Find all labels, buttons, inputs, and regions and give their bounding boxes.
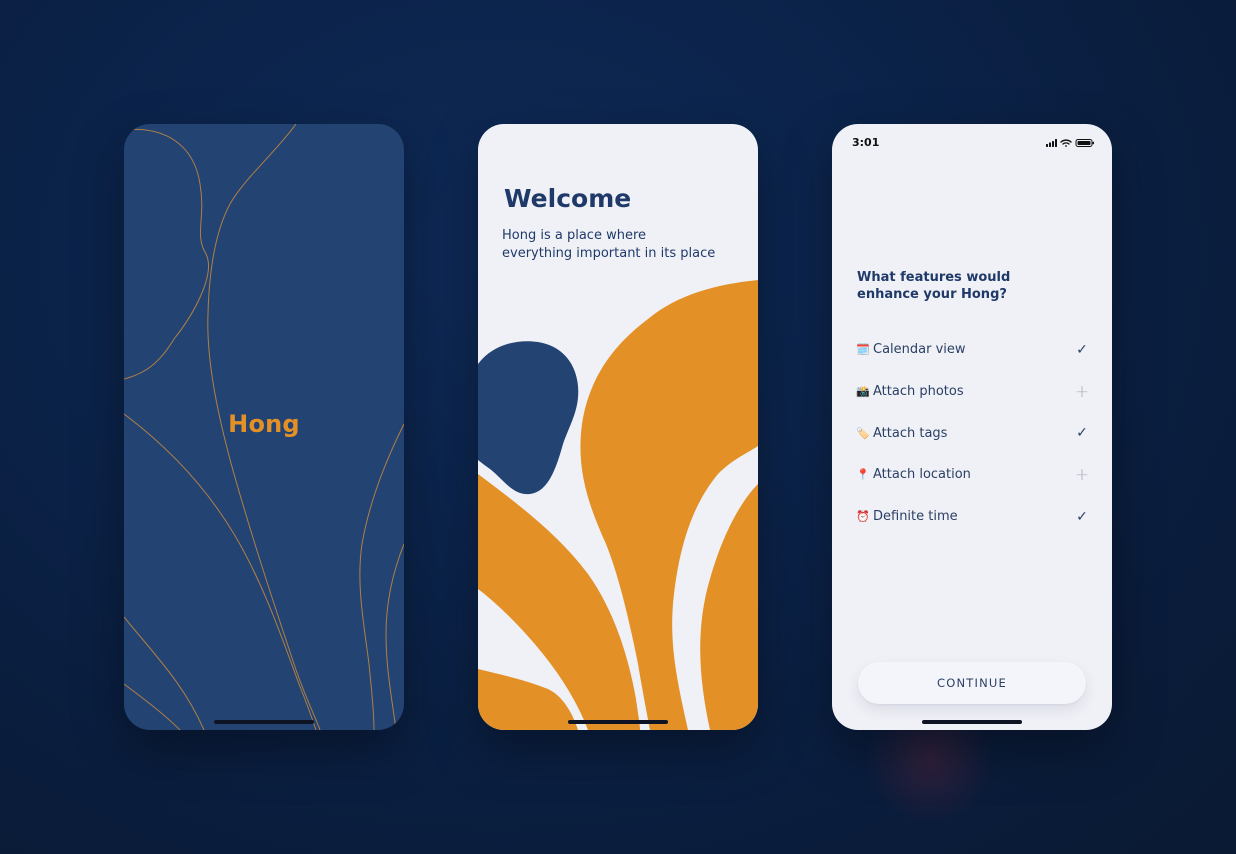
feature-list: 🗓️ Calendar view ✓ 📸 Attach photos + 🏷️ … (856, 329, 1090, 537)
check-icon[interactable]: ✓ (1074, 342, 1090, 358)
continue-button[interactable]: CONTINUE (858, 662, 1086, 704)
camera-icon: 📸 (856, 385, 870, 399)
app-name-logo: Hong (228, 410, 300, 438)
status-bar-icons (1046, 139, 1094, 147)
status-bar-time: 3:01 (852, 136, 880, 149)
feature-question: What features would enhance your Hong? (857, 270, 1011, 302)
check-icon[interactable]: ✓ (1074, 425, 1090, 441)
calendar-icon: 🗓️ (856, 343, 870, 357)
features-screen: 3:01 What features would enhance your Ho… (832, 124, 1112, 730)
feature-label: Attach tags (873, 425, 948, 441)
feature-item-definite-time[interactable]: ⏰ Definite time ✓ (856, 496, 1090, 538)
welcome-screen: Welcome Hong is a place where everything… (478, 124, 758, 730)
feature-item-attach-photos[interactable]: 📸 Attach photos + (856, 371, 1090, 413)
signal-icon (1046, 139, 1057, 147)
pin-icon: 📍 (856, 468, 870, 482)
plus-icon[interactable]: + (1074, 382, 1090, 402)
wifi-icon (1060, 139, 1072, 147)
plus-icon[interactable]: + (1074, 465, 1090, 485)
feature-item-attach-location[interactable]: 📍 Attach location + (856, 454, 1090, 496)
feature-label: Attach location (873, 467, 971, 483)
check-icon[interactable]: ✓ (1074, 509, 1090, 525)
alarm-clock-icon: ⏰ (856, 510, 870, 524)
feature-label: Calendar view (873, 342, 966, 358)
feature-item-attach-tags[interactable]: 🏷️ Attach tags ✓ (856, 412, 1090, 454)
battery-icon (1075, 139, 1094, 147)
abstract-leaves-illustration (478, 280, 758, 730)
splash-screen: Hong (124, 124, 404, 730)
home-indicator (214, 720, 314, 724)
home-indicator (568, 720, 668, 724)
feature-label: Attach photos (873, 384, 964, 400)
feature-item-calendar-view[interactable]: 🗓️ Calendar view ✓ (856, 329, 1090, 371)
feature-label: Definite time (873, 509, 958, 525)
tag-icon: 🏷️ (856, 426, 870, 440)
home-indicator (922, 720, 1022, 724)
